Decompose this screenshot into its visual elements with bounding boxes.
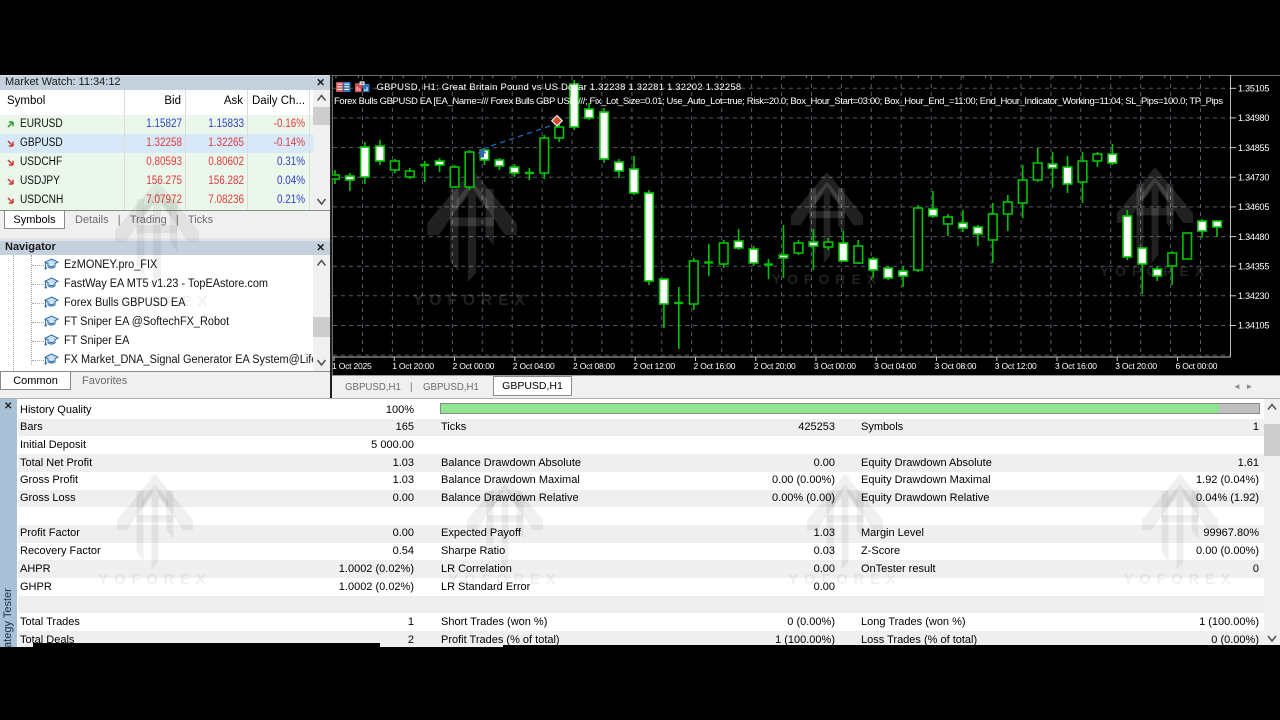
svg-text:1.35105: 1.35105 <box>1238 84 1269 94</box>
svg-text:2 Oct 04:00: 2 Oct 04:00 <box>513 361 555 371</box>
svg-text:2 Oct 20:00: 2 Oct 20:00 <box>754 361 796 371</box>
svg-text:1.34230: 1.34230 <box>1238 291 1269 301</box>
svg-text:3 Oct 12:00: 3 Oct 12:00 <box>995 361 1037 371</box>
svg-text:3 Oct 08:00: 3 Oct 08:00 <box>935 361 977 371</box>
svg-text:Forex Bulls GBPUSD EA [EA_Name: Forex Bulls GBPUSD EA [EA_Name=/// Forex… <box>334 96 1223 107</box>
svg-text:3 Oct 20:00: 3 Oct 20:00 <box>1115 361 1157 371</box>
svg-text:1.34355: 1.34355 <box>1238 261 1269 271</box>
svg-text:1.34980: 1.34980 <box>1238 113 1269 123</box>
svg-text:3 Oct 04:00: 3 Oct 04:00 <box>874 361 916 371</box>
svg-text:1.34105: 1.34105 <box>1238 321 1269 331</box>
svg-text:YOFOREX: YOFOREX <box>413 292 531 309</box>
svg-text:2 Oct 00:00: 2 Oct 00:00 <box>453 361 495 371</box>
svg-text:2 Oct 08:00: 2 Oct 08:00 <box>573 361 615 371</box>
svg-text:1.34855: 1.34855 <box>1238 143 1269 153</box>
svg-text:1.34480: 1.34480 <box>1238 232 1269 242</box>
svg-text:6 Oct 00:00: 6 Oct 00:00 <box>1176 361 1218 371</box>
svg-text:1 Oct 2025: 1 Oct 2025 <box>332 361 372 371</box>
svg-text:1.34730: 1.34730 <box>1238 173 1269 183</box>
svg-text:3 Oct 00:00: 3 Oct 00:00 <box>814 361 856 371</box>
svg-text:1.34605: 1.34605 <box>1238 202 1269 212</box>
svg-text:GBPUSD, H1: Great Britain Pou: GBPUSD, H1: Great Britain Pound vs US Do… <box>377 82 742 93</box>
svg-text:2 Oct 12:00: 2 Oct 12:00 <box>633 361 675 371</box>
svg-text:YOFOREX: YOFOREX <box>772 271 882 287</box>
svg-text:1 Oct 20:00: 1 Oct 20:00 <box>392 361 434 371</box>
svg-text:3 Oct 16:00: 3 Oct 16:00 <box>1055 361 1097 371</box>
svg-text:2 Oct 16:00: 2 Oct 16:00 <box>694 361 736 371</box>
